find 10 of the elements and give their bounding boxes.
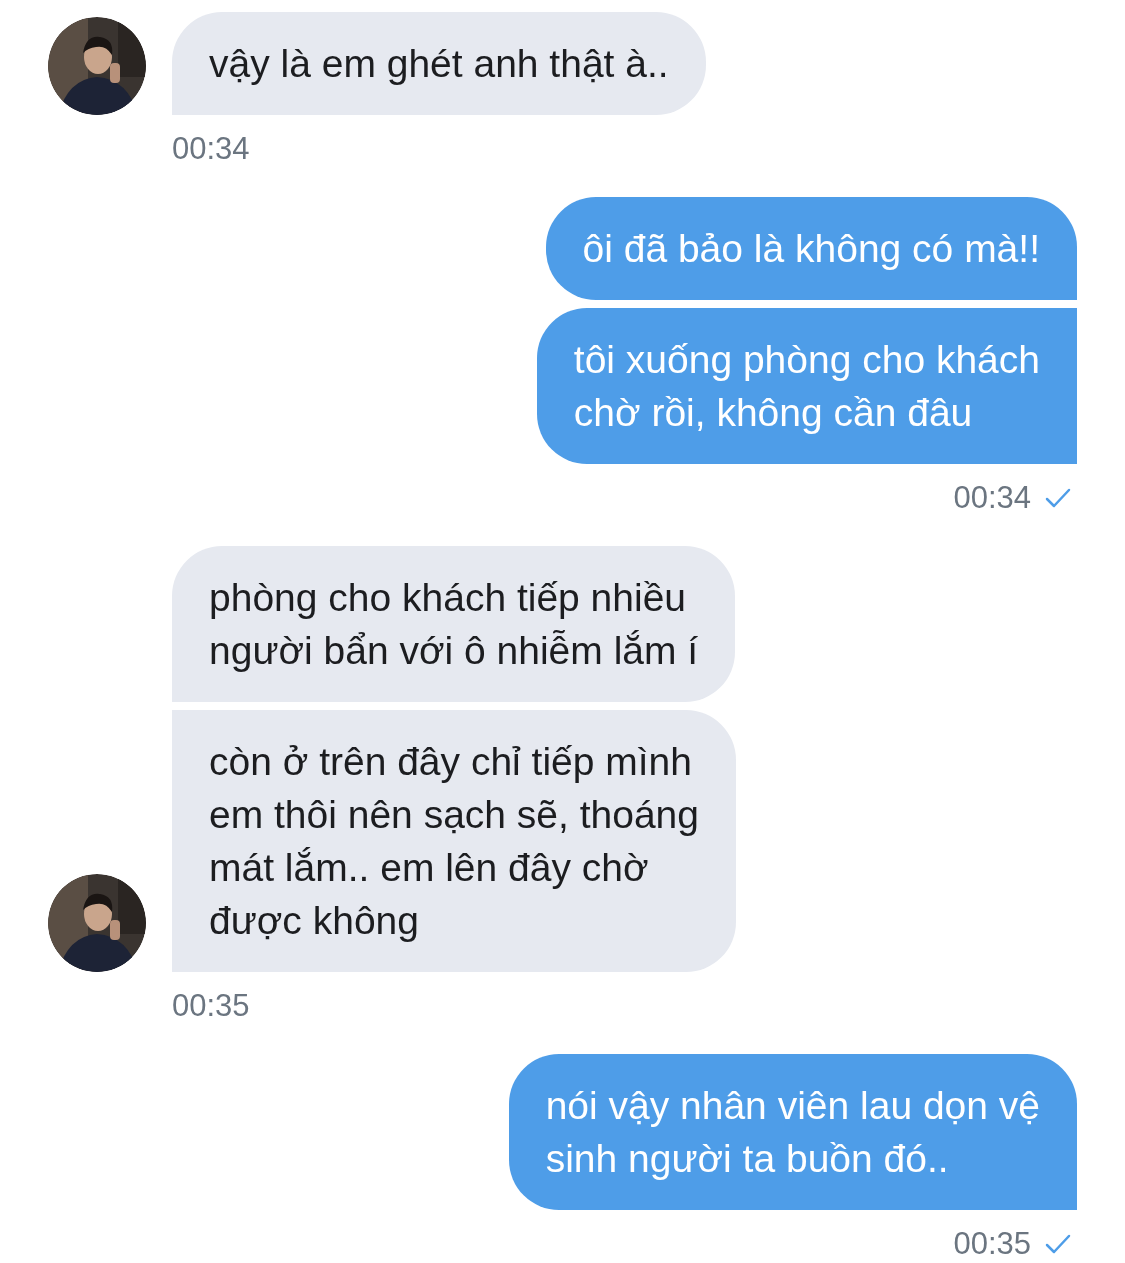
message-bubble: còn ở trên đây chỉ tiếp mình em thôi nên sạch sẽ, thoáng mát lắm.. em lên đây chờ được không xyxy=(172,710,736,972)
message-bubble: ôi đã bảo là không có mà!! xyxy=(545,197,1077,300)
timestamp: 00:34 xyxy=(172,131,250,167)
timestamp: 00:35 xyxy=(953,1226,1031,1262)
timestamp: 00:35 xyxy=(172,988,250,1024)
message-bubble: nói vậy nhân viên lau dọn vệ sinh người ta buồn đó.. xyxy=(508,1054,1077,1210)
timestamp: 00:34 xyxy=(953,480,1031,516)
message-bubble: phòng cho khách tiếp nhiều người bẩn với ô nhiễm lắm í xyxy=(172,546,736,702)
message-bubble: vậy là em ghét anh thật à.. xyxy=(172,12,706,115)
message-bubble: tôi xuống phòng cho khách chờ rồi, không cần đâu xyxy=(536,308,1077,464)
